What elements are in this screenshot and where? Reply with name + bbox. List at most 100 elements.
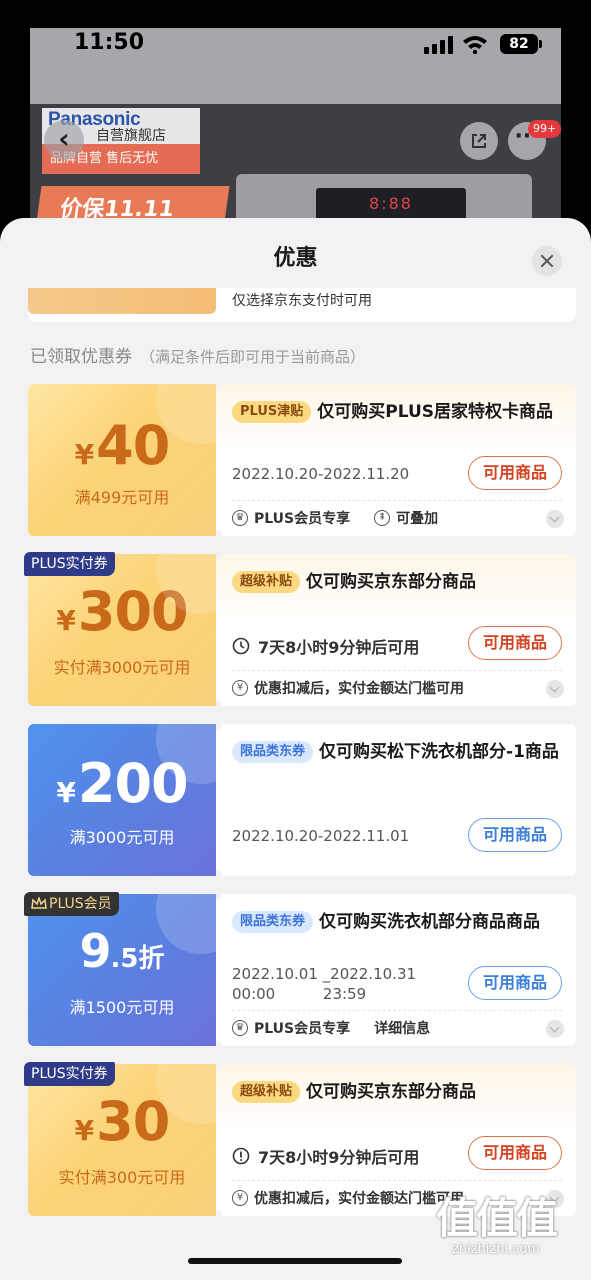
coupon-title-text: 仅可购买松下洗衣机部分-1商品 bbox=[319, 742, 559, 762]
coupon-divider bbox=[232, 670, 562, 671]
section-title: 已领取优惠券 （满足条件后即可用于当前商品） bbox=[30, 342, 365, 367]
coupon-footer: ¥ 优惠扣减后，实付金额达门槛可用 bbox=[232, 678, 562, 698]
coupon-value-panel: ¥300 实付满3000元可用 bbox=[28, 554, 216, 706]
sheet-title: 优惠 bbox=[273, 246, 318, 271]
coupon-amount: ¥30 bbox=[74, 1090, 171, 1153]
coupon-tag: 超级补贴 bbox=[232, 571, 301, 593]
info-icon bbox=[232, 1147, 250, 1165]
coupon-tag: 超级补贴 bbox=[232, 1081, 301, 1103]
partial-coupon-card[interactable]: 仅选择京东支付时可用 bbox=[28, 288, 576, 322]
chevron-down-icon[interactable] bbox=[546, 680, 564, 698]
machine-display: 8:88 bbox=[316, 188, 466, 220]
coupon-foot-item: 优惠扣减后，实付金额达门槛可用 bbox=[254, 1191, 464, 1207]
coupon-footer: ♛ PLUS会员专享 ⇞ 可叠加 bbox=[232, 508, 562, 528]
coupon-timer-text: 7天8小时9分钟后可用 bbox=[258, 1148, 420, 1167]
coupon-title: 限品类东券 仅可购买洗衣机部分商品商品 bbox=[232, 906, 564, 938]
coupon-value-panel: ¥40 满499元可用 bbox=[28, 384, 216, 536]
details-link[interactable]: 详细信息 bbox=[374, 1018, 430, 1038]
coupon-foot-item: PLUS会员专享 bbox=[254, 511, 351, 527]
available-products-button[interactable]: 可用商品 bbox=[468, 456, 562, 490]
coupon-date-line: 2022.10.01 _2022.10.31 bbox=[232, 965, 417, 983]
coupon-tag: PLUS津贴 bbox=[232, 401, 312, 423]
watermark-url: zhizhizhi.com bbox=[452, 1242, 540, 1257]
coupon-title-text: 仅可购买京东部分商品 bbox=[306, 572, 477, 592]
coupon-divider bbox=[232, 1010, 562, 1011]
coupon-timer: 7天8小时9分钟后可用 bbox=[232, 634, 419, 658]
coupon-amount: ¥40 bbox=[74, 414, 171, 477]
coupon-corner-tag: PLUS会员 bbox=[24, 892, 119, 916]
coupon-card[interactable]: PLUS实付券 ¥300 实付满3000元可用 超级补贴 仅可购买京东部分商品 7… bbox=[24, 552, 576, 706]
crown-icon: ♛ bbox=[232, 1020, 248, 1036]
clock-icon bbox=[232, 637, 250, 655]
partial-coupon-text: 仅选择京东支付时可用 bbox=[232, 293, 372, 309]
coupon-tag: 限品类东券 bbox=[232, 741, 314, 763]
partial-coupon-left bbox=[28, 288, 216, 314]
coupon-value-panel: ¥30 实付满300元可用 bbox=[28, 1064, 216, 1216]
back-button[interactable]: ‹ bbox=[44, 120, 84, 160]
available-products-button[interactable]: 可用商品 bbox=[468, 1136, 562, 1170]
available-products-button[interactable]: 可用商品 bbox=[468, 818, 562, 852]
coupon-title: PLUS津贴 仅可购买PLUS居家特权卡商品 bbox=[232, 396, 564, 428]
coupon-foot-item: PLUS会员专享 bbox=[254, 1021, 351, 1037]
crown-icon: ♛ bbox=[232, 510, 248, 526]
coupon-detail-panel: 超级补贴 仅可购买京东部分商品 7天8小时9分钟后可用 可用商品 ¥ 优惠扣减后，实… bbox=[216, 554, 576, 706]
coupon-foot-item: 可叠加 bbox=[396, 511, 439, 527]
yen-icon: ¥ bbox=[232, 680, 248, 696]
coupon-corner-tag: PLUS实付券 bbox=[24, 552, 115, 576]
coupon-tag: 限品类东券 bbox=[232, 911, 314, 933]
coupon-timer: 7天8小时9分钟后可用 bbox=[232, 1144, 419, 1168]
coupon-title-text: 仅可购买PLUS居家特权卡商品 bbox=[317, 402, 554, 422]
coupon-title: 超级补贴 仅可购买京东部分商品 bbox=[232, 1076, 564, 1108]
coupon-timer-text: 7天8小时9分钟后可用 bbox=[258, 638, 420, 657]
home-indicator[interactable] bbox=[188, 1258, 402, 1264]
yen-icon: ¥ bbox=[232, 1190, 248, 1206]
chevron-down-icon[interactable] bbox=[546, 1020, 564, 1038]
signal-icon bbox=[424, 36, 453, 54]
coupon-divider bbox=[232, 500, 562, 501]
watermark: 值值值 zhizhizhi.com bbox=[436, 1194, 558, 1258]
coupon-date-line: 00:00 23:59 bbox=[232, 985, 367, 1003]
share-button[interactable] bbox=[460, 122, 498, 160]
store-name: 自营旗舰店 bbox=[96, 128, 166, 144]
coupon-card[interactable]: PLUS会员 9.5折 满1500元可用 限品类东券 仅可购买洗衣机部分商品商品 … bbox=[24, 892, 576, 1046]
coupon-date: 2022.10.20-2022.11.01 bbox=[232, 827, 410, 845]
coupon-footer: ♛ PLUS会员专享 详细信息 bbox=[232, 1018, 562, 1038]
stack-icon: ⇞ bbox=[374, 510, 391, 526]
coupon-detail-panel: 限品类东券 仅可购买松下洗衣机部分-1商品 2022.10.20-2022.11.… bbox=[216, 724, 576, 876]
coupon-title: 限品类东券 仅可购买松下洗衣机部分-1商品 bbox=[232, 736, 564, 768]
coupon-title-text: 仅可购买京东部分商品 bbox=[306, 1082, 477, 1102]
chevron-down-icon[interactable] bbox=[546, 510, 564, 528]
coupon-value-panel: 9.5折 满1500元可用 bbox=[28, 894, 216, 1046]
available-products-button[interactable]: 可用商品 bbox=[468, 966, 562, 1000]
coupon-condition: 满1500元可用 bbox=[69, 998, 175, 1017]
share-icon bbox=[472, 134, 486, 148]
section-note: （满足条件后即可用于当前商品） bbox=[140, 348, 366, 366]
watermark-mark: 值值值 bbox=[436, 1194, 558, 1243]
coupon-value-panel: ¥200 满3000元可用 bbox=[28, 724, 216, 876]
coupon-foot-item: 优惠扣减后，实付金额达门槛可用 bbox=[254, 681, 464, 697]
coupon-title: 超级补贴 仅可购买京东部分商品 bbox=[232, 566, 564, 598]
battery-icon: 82 bbox=[500, 34, 542, 54]
coupon-date: 2022.10.01 _2022.10.31 00:00 23:59 bbox=[232, 964, 416, 1004]
coupon-date: 2022.10.20-2022.11.20 bbox=[232, 465, 410, 483]
coupon-condition: 满3000元可用 bbox=[69, 828, 175, 847]
coupon-card[interactable]: ¥200 满3000元可用 限品类东券 仅可购买松下洗衣机部分-1商品 2022.… bbox=[28, 724, 576, 876]
available-products-button[interactable]: 可用商品 bbox=[468, 626, 562, 660]
crown-icon bbox=[31, 897, 47, 909]
status-time: 11:50 bbox=[74, 30, 145, 55]
coupon-corner-tag: PLUS实付券 bbox=[24, 1062, 115, 1086]
coupon-condition: 实付满300元可用 bbox=[58, 1168, 186, 1187]
coupon-card[interactable]: ¥40 满499元可用 PLUS津贴 仅可购买PLUS居家特权卡商品 2022.1… bbox=[28, 384, 576, 536]
coupon-detail-panel: 限品类东券 仅可购买洗衣机部分商品商品 2022.10.01 _2022.10.3… bbox=[216, 894, 576, 1046]
coupon-sheet: 优惠 仅选择京东支付时可用 已领取优惠券 （满足条件后即可用于当前商品） ¥40 … bbox=[0, 218, 591, 1280]
coupon-title-text: 仅可购买洗衣机部分商品商品 bbox=[319, 912, 541, 932]
coupon-divider bbox=[232, 1180, 562, 1181]
coupon-amount: ¥200 bbox=[56, 752, 188, 815]
more-badge: 99+ bbox=[528, 120, 562, 138]
coupon-condition: 实付满3000元可用 bbox=[53, 658, 191, 677]
close-button[interactable] bbox=[532, 246, 562, 276]
coupon-detail-panel: PLUS津贴 仅可购买PLUS居家特权卡商品 2022.10.20-2022.11… bbox=[216, 384, 576, 536]
coupon-amount: ¥300 bbox=[56, 580, 188, 643]
wifi-icon bbox=[463, 36, 487, 54]
coupon-corner-text: PLUS会员 bbox=[49, 896, 112, 912]
